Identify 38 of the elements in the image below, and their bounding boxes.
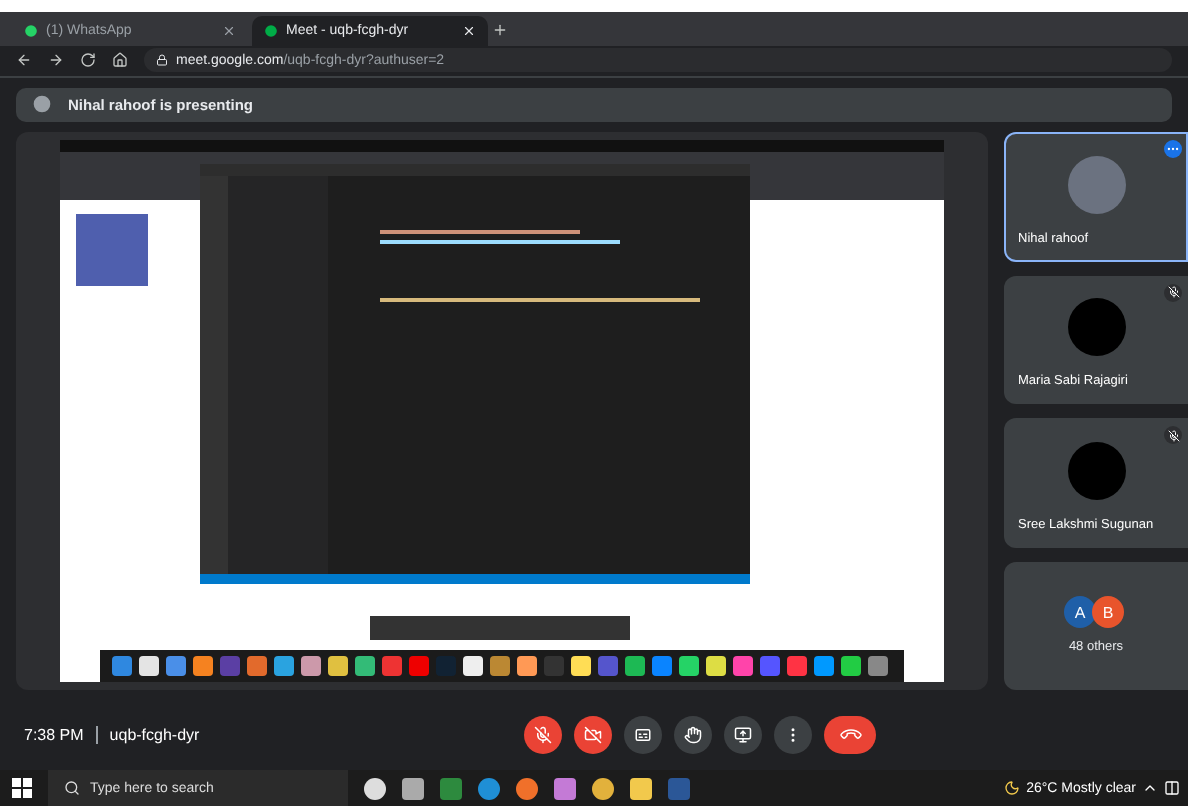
- hand-icon: [684, 726, 702, 745]
- app-icon[interactable]: [630, 777, 652, 800]
- camera-button[interactable]: [574, 716, 612, 755]
- avatar-icon: [32, 94, 52, 115]
- captions-button[interactable]: [624, 716, 662, 755]
- avatar-circle: [1067, 441, 1125, 500]
- captions-icon: [634, 726, 652, 745]
- meeting-time: 7:38 PM: [24, 726, 84, 745]
- avatar-letter: A: [1064, 596, 1096, 629]
- hand-button[interactable]: [674, 716, 712, 755]
- forward-icon[interactable]: [48, 52, 64, 69]
- windows-icon[interactable]: [12, 778, 32, 799]
- site-icon: [264, 24, 278, 39]
- meeting-code: uqb-fcgh-dyr: [109, 726, 200, 745]
- mic-off-icon: [534, 726, 552, 745]
- avatar-circle: [1067, 298, 1125, 357]
- screen-share-icon: [734, 726, 752, 745]
- leave-button[interactable]: [824, 716, 876, 755]
- more-options-icon[interactable]: [1164, 140, 1182, 159]
- mic-button[interactable]: [524, 716, 562, 755]
- app-icon[interactable]: [592, 777, 614, 800]
- present-button[interactable]: [724, 716, 762, 755]
- home-icon[interactable]: [112, 52, 128, 69]
- avatar-letter: B: [1092, 596, 1124, 629]
- moon-icon: [1004, 780, 1021, 797]
- new-tab-icon[interactable]: [492, 22, 508, 39]
- search-icon: [64, 780, 80, 797]
- camera-off-icon: [584, 726, 602, 745]
- lock-icon: [156, 54, 168, 67]
- back-icon[interactable]: [16, 52, 32, 69]
- more-button[interactable]: [774, 716, 812, 755]
- reload-icon[interactable]: [80, 52, 96, 69]
- app-icon[interactable]: [516, 777, 538, 800]
- avatar-photo: [1067, 155, 1125, 214]
- app-icon[interactable]: [364, 777, 386, 800]
- app-icon[interactable]: [554, 777, 576, 800]
- app-icon[interactable]: [402, 777, 424, 800]
- site-icon: [24, 24, 38, 39]
